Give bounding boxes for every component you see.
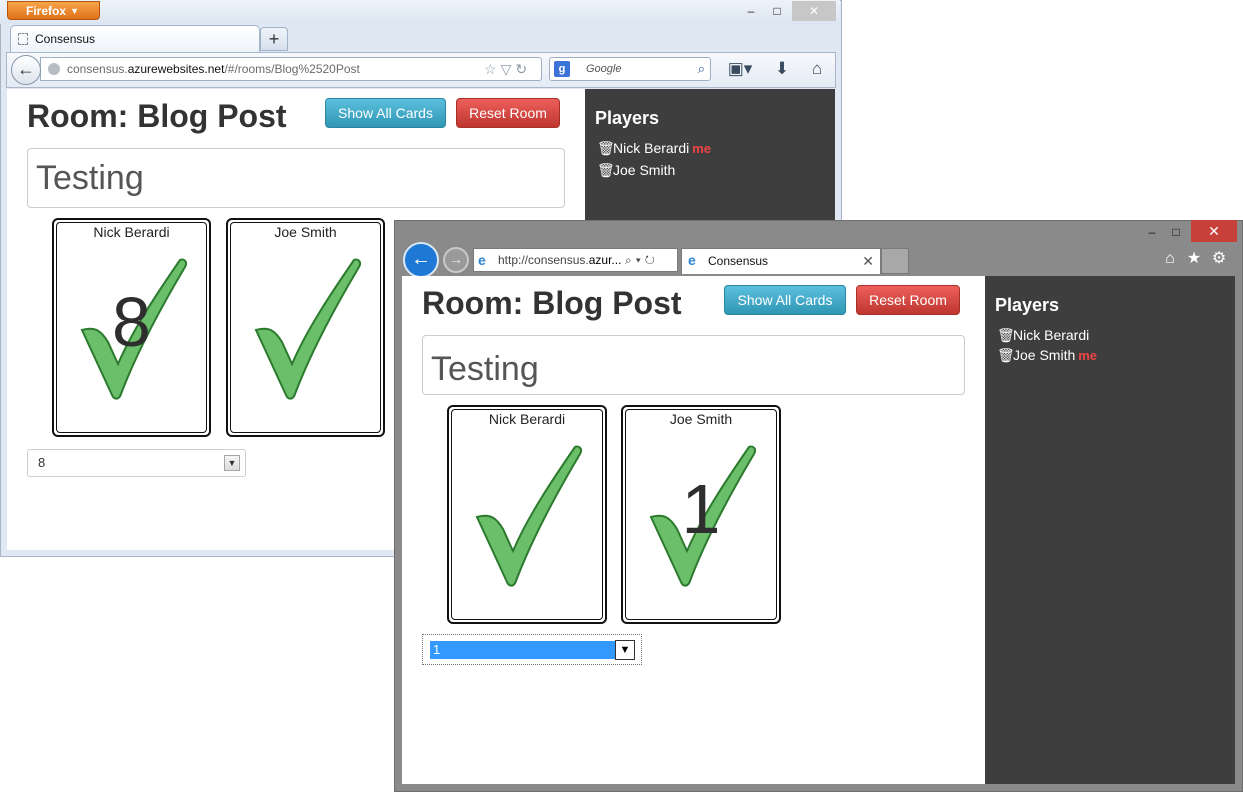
ff-show-all-cards-button[interactable]: Show All Cards — [325, 98, 446, 128]
gear-icon[interactable]: ⚙ — [1208, 249, 1230, 269]
maximize-button[interactable]: □ — [766, 1, 788, 21]
ff-card-nick-berardi: Nick Berardi 8 — [52, 218, 211, 437]
player-name: Joe Smith — [613, 162, 676, 178]
firefox-menu-button[interactable]: Firefox ▼ — [7, 1, 100, 20]
back-arrow-icon[interactable]: ← — [403, 242, 439, 278]
google-icon: g — [554, 61, 570, 77]
player-name: Nick Berardi — [613, 140, 690, 156]
ff-player-item: 🗑Joe Smith — [597, 162, 678, 179]
dropdown-arrow-icon[interactable]: ▾ — [636, 253, 645, 267]
home-icon[interactable]: ⌂ — [1160, 249, 1180, 269]
ie-card-value-select[interactable]: 1 ▼ — [422, 634, 642, 665]
ff-card-joe-smith: Joe Smith — [226, 218, 385, 437]
back-arrow-icon[interactable]: ← — [11, 55, 41, 85]
page-icon — [18, 33, 28, 45]
url-prefix: http://consensus. — [498, 253, 589, 267]
ie-close-button[interactable]: ✕ — [1191, 220, 1237, 242]
card-player-name: Joe Smith — [274, 224, 337, 240]
trash-icon[interactable]: 🗑 — [597, 162, 615, 179]
card-player-name: Nick Berardi — [93, 224, 170, 240]
bookmarks-menu-icon[interactable]: ▣▾ — [722, 57, 758, 81]
ie-topic-input[interactable]: Testing — [422, 335, 965, 395]
ie-url-actions: ⌕▾↻ — [625, 250, 677, 270]
card-player-name: Joe Smith — [669, 411, 733, 427]
favorites-star-icon[interactable]: ★ — [1184, 249, 1204, 269]
url-path: /#/rooms/Blog%2520Post — [224, 62, 360, 76]
new-tab-button[interactable]: + — [260, 27, 288, 51]
me-tag: me — [692, 141, 712, 156]
bookmark-star-icon[interactable]: ☆ — [484, 61, 501, 77]
trash-icon[interactable]: 🗑 — [597, 140, 615, 157]
ie-logo-icon: e — [478, 252, 486, 268]
chevron-down-icon[interactable]: ▼ — [615, 640, 635, 660]
globe-icon — [48, 63, 60, 75]
ie-player-item: 🗑Nick Berardi — [997, 327, 1092, 344]
me-tag: me — [1078, 348, 1098, 363]
card-value: 1 — [681, 470, 721, 548]
chevron-down-icon: ▼ — [70, 6, 79, 16]
player-name: Joe Smith — [1013, 347, 1076, 363]
ie-card-joe-smith: Joe Smith 1 — [621, 405, 781, 624]
ie-tab-title: Consensus — [708, 254, 769, 268]
ie-player-item: 🗑Joe Smith me — [997, 347, 1097, 364]
checkmark-icon — [475, 445, 583, 587]
ff-players-heading: Players — [595, 108, 660, 128]
firefox-tab-consensus[interactable]: Consensus — [10, 25, 260, 53]
ie-players-heading: Players — [995, 295, 1060, 315]
reload-icon[interactable]: ↻ — [645, 253, 659, 267]
firefox-tab-title: Consensus — [35, 32, 96, 46]
ie-reset-room-button[interactable]: Reset Room — [856, 285, 960, 315]
checkmark-icon — [254, 258, 362, 400]
firefox-menu-label: Firefox — [26, 4, 67, 18]
ie-maximize-button[interactable]: □ — [1166, 222, 1186, 242]
url-bar-actions: ☆▽↻ — [484, 59, 542, 79]
search-box[interactable]: g Google ⌕ — [549, 57, 711, 81]
close-button[interactable]: ✕ — [792, 1, 836, 21]
player-name: Nick Berardi — [1013, 327, 1090, 343]
url-host: azurewebsites.net — [127, 62, 225, 76]
ff-page-title: Room: Blog Post — [27, 98, 287, 134]
ie-logo-icon: e — [688, 252, 696, 268]
reload-icon[interactable]: ↻ — [515, 61, 531, 77]
ff-player-item: 🗑Nick Berardi me — [597, 140, 711, 157]
ie-tab-consensus[interactable]: e Consensus ✕ — [681, 248, 881, 274]
home-icon[interactable]: ⌂ — [804, 57, 830, 81]
card-value: 8 — [112, 283, 151, 361]
ff-reset-room-button[interactable]: Reset Room — [456, 98, 560, 128]
search-icon[interactable]: ⌕ — [625, 253, 636, 267]
ie-new-tab-button[interactable] — [881, 248, 909, 274]
download-icon[interactable]: ⬇ — [770, 57, 794, 81]
close-tab-icon[interactable]: ✕ — [862, 249, 874, 273]
firefox-titlebar — [0, 0, 840, 24]
trash-icon[interactable]: 🗑 — [997, 347, 1015, 364]
selected-value: 1 — [430, 641, 615, 659]
url-prefix: consensus. — [67, 62, 128, 76]
search-icon[interactable]: ⌕ — [698, 58, 705, 80]
search-placeholder: Google — [586, 63, 622, 75]
dropdown-arrow-icon[interactable]: ▽ — [501, 61, 516, 77]
minimize-button[interactable]: – — [740, 1, 762, 21]
ff-card-value-select[interactable]: 8 ▼ — [27, 449, 246, 477]
firefox-url-bar[interactable]: consensus.azurewebsites.net/#/rooms/Blog… — [40, 57, 542, 81]
ie-card-nick-berardi: Nick Berardi — [447, 405, 607, 624]
forward-arrow-icon[interactable]: → — [443, 247, 469, 273]
trash-icon[interactable]: 🗑 — [997, 327, 1015, 344]
url-host: azur... — [588, 253, 622, 267]
ie-minimize-button[interactable]: – — [1142, 222, 1162, 242]
ie-show-all-cards-button[interactable]: Show All Cards — [724, 285, 846, 315]
ff-topic-input[interactable]: Testing — [27, 148, 565, 208]
card-player-name: Nick Berardi — [488, 411, 566, 427]
chevron-down-icon[interactable]: ▼ — [224, 455, 240, 471]
selected-value: 8 — [38, 455, 46, 470]
ie-page-title: Room: Blog Post — [422, 285, 682, 321]
